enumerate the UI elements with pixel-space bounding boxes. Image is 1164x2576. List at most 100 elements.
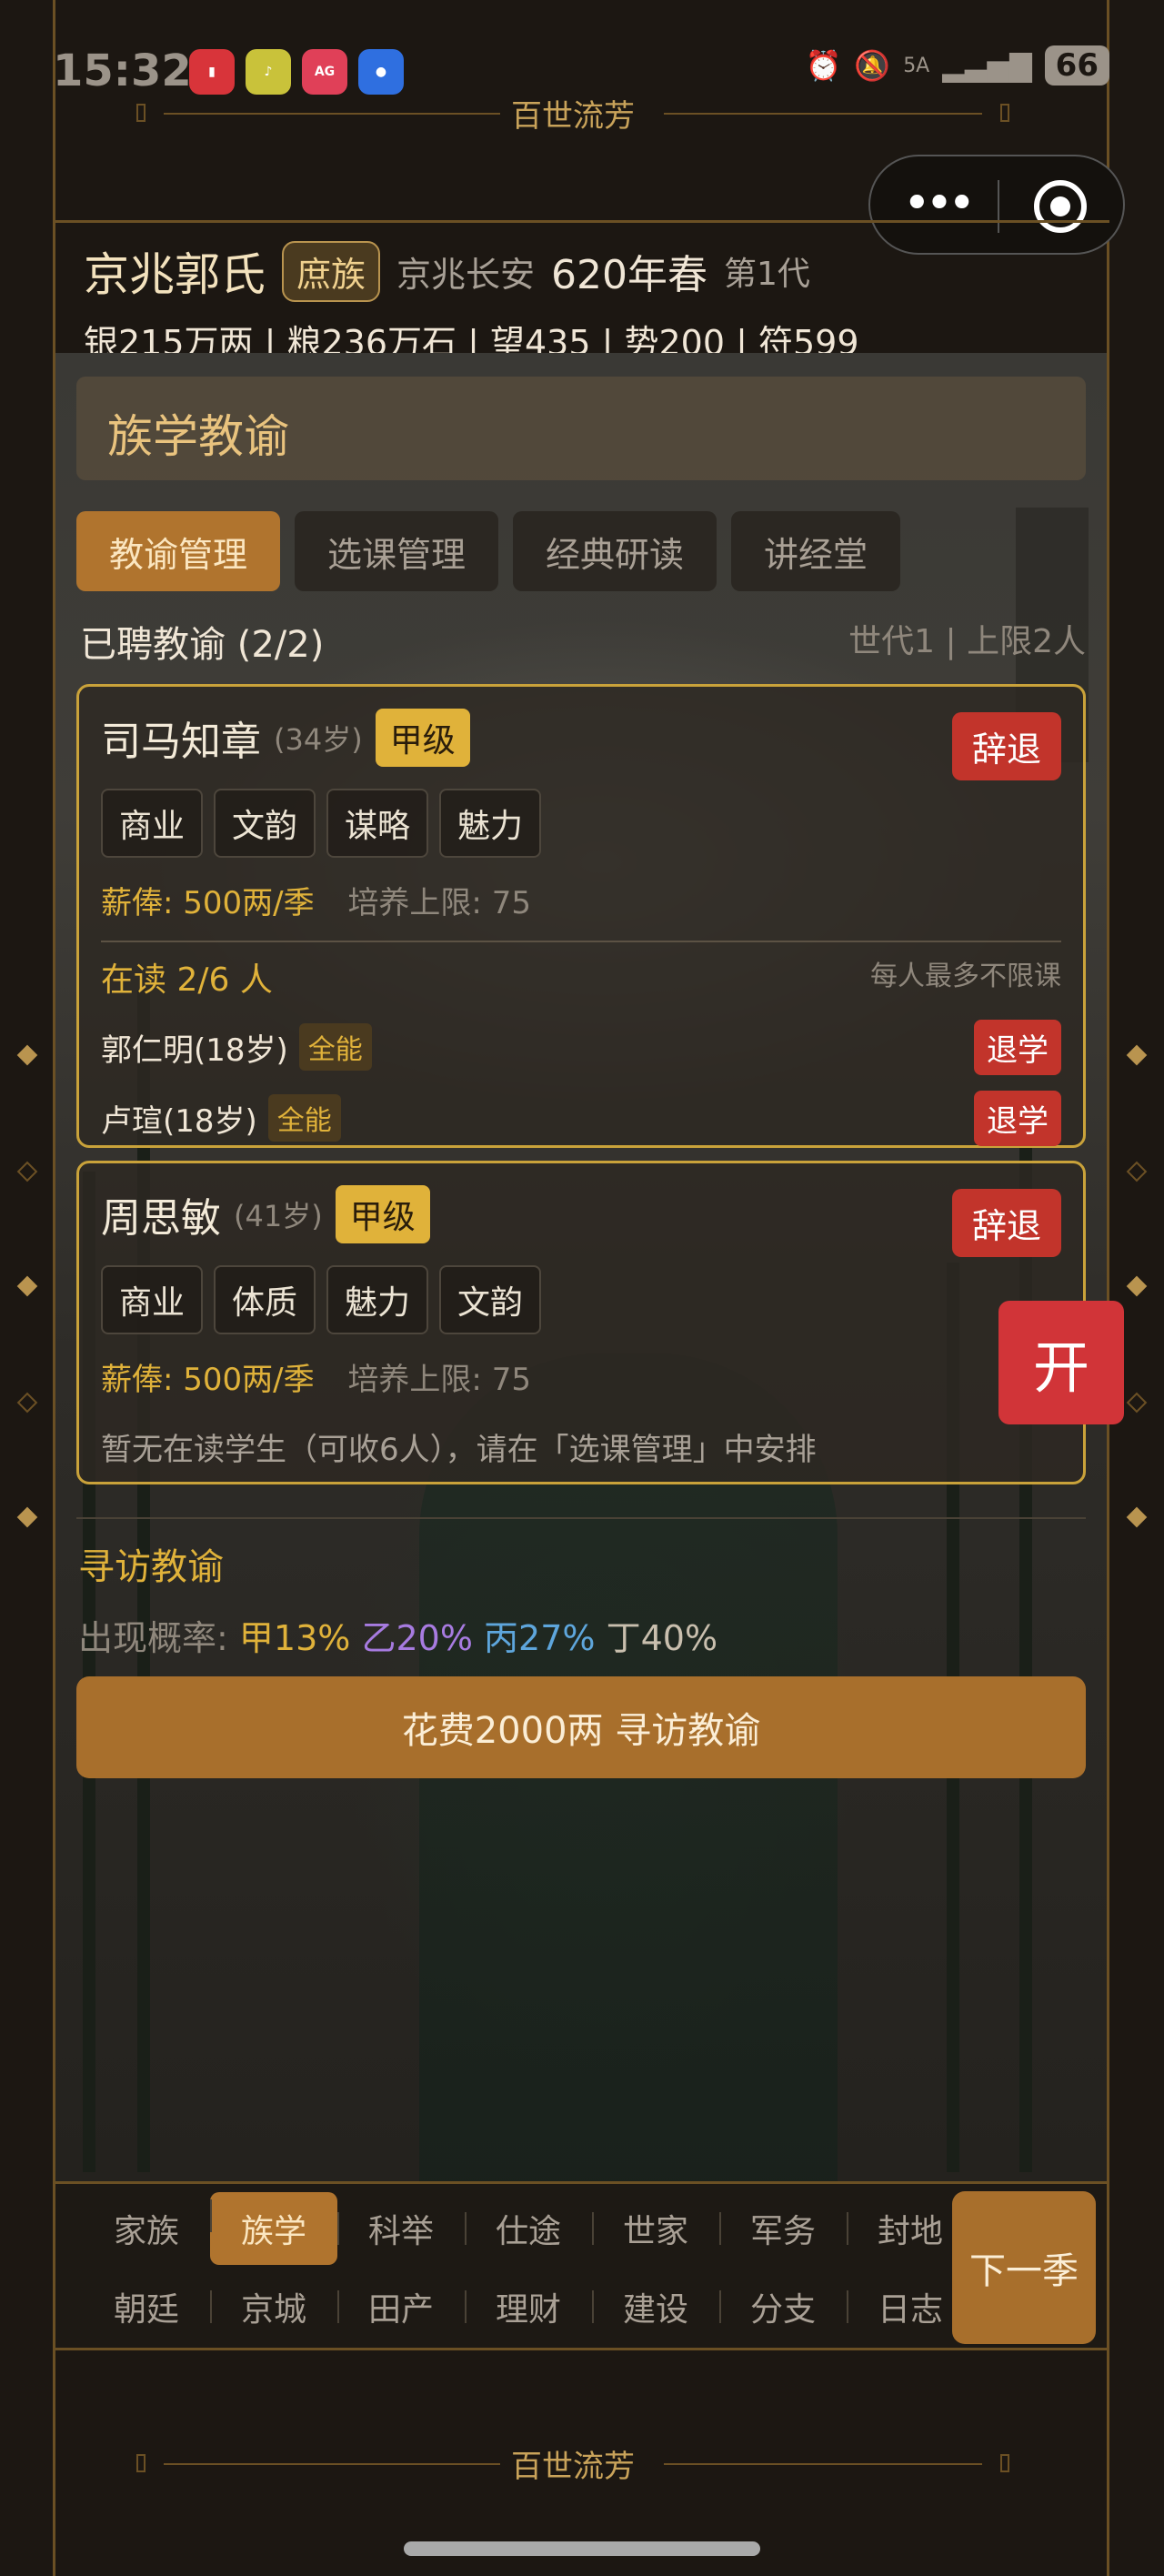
ornament-cap-right xyxy=(1000,2454,1009,2472)
side-diamond xyxy=(1126,1506,1148,1528)
student-row: 郭仁明(18岁) 全能 退学 xyxy=(101,1019,1061,1075)
side-diamond xyxy=(1126,1161,1148,1182)
home-indicator[interactable] xyxy=(404,2541,760,2556)
skill-tag: 商业 xyxy=(101,789,204,858)
skill-tag: 魅力 xyxy=(439,789,542,858)
side-diamond xyxy=(16,1044,38,1066)
current-year: 620年春 xyxy=(551,252,708,298)
reading-row: 在读 2/6 人 每人最多不限课 xyxy=(101,953,1061,1001)
teacher-card: 周思敏 (41岁) 甲级 辞退 商业 体质 魅力 文韵 薪俸: 500两/季 培… xyxy=(76,1161,1086,1484)
skill-tag: 谋略 xyxy=(326,789,429,858)
student-row: 卢瑄(18岁) 全能 退学 xyxy=(101,1090,1061,1146)
hired-limit: 世代1 | 上限2人 xyxy=(848,623,1086,660)
close-miniprogram-icon[interactable] xyxy=(1034,180,1087,233)
status-clock: 15:32 xyxy=(53,45,192,96)
seek-section-title: 寻访教谕 xyxy=(78,1546,224,1588)
tab-classics-study[interactable]: 经典研读 xyxy=(513,511,717,591)
teacher-grade-badge: 甲级 xyxy=(335,1185,430,1243)
side-diamond xyxy=(16,1275,38,1297)
section-divider xyxy=(76,1517,1086,1519)
seek-teacher-button[interactable]: 花费2000两 寻访教谕 xyxy=(76,1676,1086,1778)
bottom-ornament: 百世流芳 xyxy=(136,2441,1009,2487)
tab-teacher-management[interactable]: 教谕管理 xyxy=(76,511,281,591)
side-diamond xyxy=(16,1506,38,1528)
mute-icon: 🔕 xyxy=(854,48,891,83)
next-season-button[interactable]: 下一季 xyxy=(952,2191,1096,2344)
app-gallery-icon: AG xyxy=(302,49,347,95)
nav-item-capital[interactable]: 京城 xyxy=(210,2283,337,2330)
top-ornament: 百世流芳 xyxy=(136,91,1009,136)
message-app-icon: ● xyxy=(358,49,404,95)
nav-item-family[interactable]: 家族 xyxy=(83,2205,210,2252)
prob-grade-b: 乙20% xyxy=(361,1618,473,1658)
salary-line: 薪俸: 500两/季 培养上限: 75 xyxy=(101,1354,1061,1399)
side-diamond xyxy=(1126,1044,1148,1066)
teacher-card: 司马知章 (34岁) 甲级 辞退 商业 文韵 谋略 魅力 薪俸: 500两/季 … xyxy=(76,684,1086,1148)
prob-grade-d: 丁40% xyxy=(606,1618,718,1658)
ornament-line-right xyxy=(664,2463,982,2465)
nav-item-noble-houses[interactable]: 世家 xyxy=(592,2205,719,2252)
teacher-name: 周思敏 xyxy=(101,1195,221,1242)
withdraw-button[interactable]: 退学 xyxy=(974,1090,1061,1146)
salary: 薪俸: 500两/季 xyxy=(101,885,315,921)
panel-title: 族学教谕 xyxy=(76,377,1086,480)
sub-tabs: 教谕管理 选课管理 经典研读 讲经堂 xyxy=(76,511,901,591)
nav-item-military[interactable]: 军务 xyxy=(719,2205,847,2252)
side-diamond xyxy=(1126,1392,1148,1414)
side-diamond xyxy=(1126,1275,1148,1297)
salary: 薪俸: 500两/季 xyxy=(101,1362,315,1398)
salary-line: 薪俸: 500两/季 培养上限: 75 xyxy=(101,878,1061,922)
header-rule xyxy=(53,220,1109,223)
skill-tag: 商业 xyxy=(101,1265,204,1334)
teacher-age: (41岁) xyxy=(234,1199,323,1233)
status-indicators: ⏰ 🔕 5A ▂▃▅▇ 66 xyxy=(805,45,1109,86)
music-app-icon: ♪ xyxy=(246,49,291,95)
teacher-grade-badge: 甲级 xyxy=(375,709,470,767)
skill-tag: 文韵 xyxy=(439,1265,542,1334)
nav-item-exams[interactable]: 科举 xyxy=(337,2205,465,2252)
floating-open-button[interactable]: 开 xyxy=(998,1301,1124,1424)
student-name: 郭仁明(18岁) xyxy=(101,1031,288,1069)
nav-item-farmland[interactable]: 田产 xyxy=(337,2283,465,2330)
skill-tag: 魅力 xyxy=(326,1265,429,1334)
hired-count: 已聘教谕 (2/2) xyxy=(80,624,325,666)
family-rank-badge: 庶族 xyxy=(282,240,381,302)
prob-label: 出现概率: xyxy=(78,1618,228,1658)
train-cap: 培养上限: 75 xyxy=(347,1362,531,1398)
nav-row: 家族 族学 科举 仕途 世家 军务 封地 xyxy=(83,2189,983,2268)
teacher-age: (34岁) xyxy=(274,722,363,757)
bottom-nav: 家族 族学 科举 仕途 世家 军务 封地 朝廷 京城 田产 理财 建设 分支 日… xyxy=(55,2181,1107,2350)
more-menu-icon[interactable]: ••• xyxy=(903,176,976,231)
nav-item-career[interactable]: 仕途 xyxy=(465,2205,592,2252)
prob-grade-c: 丙27% xyxy=(484,1618,596,1658)
withdraw-button[interactable]: 退学 xyxy=(974,1019,1061,1075)
nav-item-construction[interactable]: 建设 xyxy=(592,2283,719,2330)
generation: 第1代 xyxy=(724,256,810,293)
nav-item-clan-school[interactable]: 族学 xyxy=(210,2192,337,2265)
nav-row: 朝廷 京城 田产 理财 建设 分支 日志 xyxy=(83,2268,983,2346)
dismiss-button[interactable]: 辞退 xyxy=(951,712,1061,780)
skill-list: 商业 文韵 谋略 魅力 xyxy=(101,789,1061,858)
alarm-icon: ⏰ xyxy=(805,48,842,83)
hired-summary: 已聘教谕 (2/2) 世代1 | 上限2人 xyxy=(80,615,1086,668)
student-name: 卢瑄(18岁) xyxy=(101,1102,257,1140)
teacher-name: 司马知章 xyxy=(101,719,261,765)
student-tag: 全能 xyxy=(267,1094,341,1142)
side-diamond xyxy=(16,1392,38,1414)
network-indicator: 5A xyxy=(903,54,930,77)
dismiss-button[interactable]: 辞退 xyxy=(951,1189,1061,1257)
family-header: 京兆郭氏 庶族 京兆长安 620年春 第1代 银215万两 | 粮236万石 |… xyxy=(84,238,1102,365)
ornament-cap-right xyxy=(1000,104,1009,122)
tab-course-management[interactable]: 选课管理 xyxy=(295,511,499,591)
nav-item-finance[interactable]: 理财 xyxy=(465,2283,592,2330)
battery-indicator: 66 xyxy=(1044,45,1109,86)
family-location: 京兆长安 xyxy=(396,254,536,295)
nav-item-court[interactable]: 朝廷 xyxy=(83,2283,210,2330)
nav-item-branches[interactable]: 分支 xyxy=(719,2283,847,2330)
tab-lecture-hall[interactable]: 讲经堂 xyxy=(731,511,901,591)
student-tag: 全能 xyxy=(298,1023,372,1071)
book-app-icon: ▮ xyxy=(189,49,235,95)
card-divider xyxy=(101,941,1061,942)
capsule-divider xyxy=(998,180,999,233)
prob-grade-a: 甲13% xyxy=(238,1618,351,1658)
